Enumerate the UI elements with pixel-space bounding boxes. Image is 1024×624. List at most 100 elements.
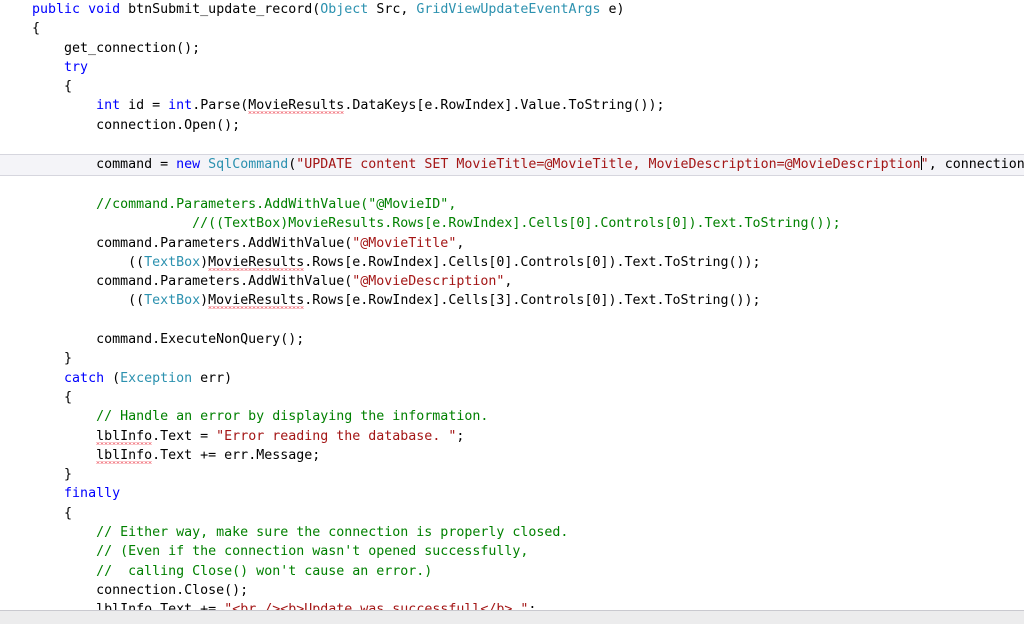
code-line[interactable]: public void btnSubmit_update_record(Obje… bbox=[0, 0, 1024, 19]
code-token-cmt: // calling Close() won't cause an error.… bbox=[96, 563, 433, 579]
code-token-type: Exception bbox=[120, 370, 193, 386]
code-line[interactable]: command.ExecuteNonQuery(); bbox=[0, 330, 1024, 349]
code-token-str: "UPDATE content SET MovieTitle=@MovieTit… bbox=[296, 157, 921, 173]
code-token-kw: void bbox=[88, 2, 121, 17]
code-token-plain: Src, bbox=[368, 2, 417, 17]
code-token-plain: btnSubmit_update_record( bbox=[120, 2, 321, 17]
code-token-plain: .Text += err.Message; bbox=[152, 447, 321, 463]
code-token-type: SqlCommand bbox=[208, 157, 289, 173]
code-token-plain: (( bbox=[0, 293, 145, 309]
code-token-plain: get_connection(); bbox=[0, 40, 201, 56]
code-token-plain: connection.Open(); bbox=[0, 117, 241, 133]
code-token-str: "@MovieTitle" bbox=[352, 235, 457, 251]
code-token-kw: catch bbox=[64, 370, 105, 386]
code-line[interactable]: connection.Open(); bbox=[0, 116, 1024, 135]
code-line[interactable]: lblInfo.Text = "Error reading the databa… bbox=[0, 427, 1024, 446]
code-line[interactable]: } bbox=[0, 465, 1024, 484]
code-token-kw: new bbox=[176, 157, 201, 173]
code-token-type: TextBox bbox=[144, 293, 201, 309]
error-underlined-token: MovieResults bbox=[208, 293, 305, 309]
code-line[interactable]: //((TextBox)MovieResults.Rows[e.RowIndex… bbox=[0, 214, 1024, 233]
error-underlined-token: lblInfo bbox=[96, 447, 153, 463]
code-line[interactable]: ((TextBox)MovieResults.Rows[e.RowIndex].… bbox=[0, 291, 1024, 310]
horizontal-scrollbar[interactable] bbox=[0, 610, 1024, 624]
code-line[interactable]: lblInfo.Text += err.Message; bbox=[0, 446, 1024, 465]
code-line[interactable]: { bbox=[0, 388, 1024, 407]
code-line[interactable]: { bbox=[0, 77, 1024, 96]
code-line[interactable]: } bbox=[0, 349, 1024, 368]
code-line[interactable] bbox=[0, 135, 1024, 154]
code-token-plain: ) bbox=[200, 254, 209, 270]
code-line[interactable]: ((TextBox)MovieResults.Rows[e.RowIndex].… bbox=[0, 253, 1024, 272]
code-token-plain: ; bbox=[528, 602, 537, 610]
code-token-type: TextBox bbox=[144, 254, 201, 270]
code-line[interactable]: // Handle an error by displaying the inf… bbox=[0, 407, 1024, 426]
code-token-plain: ( bbox=[104, 370, 121, 386]
code-token-str: " bbox=[920, 157, 929, 173]
code-line[interactable]: // Either way, make sure the connection … bbox=[0, 523, 1024, 542]
code-line[interactable]: int id = int.Parse(MovieResults.DataKeys… bbox=[0, 96, 1024, 115]
code-token-plain: .DataKeys[e.RowIndex].Value.ToString()); bbox=[344, 98, 665, 114]
code-token-plain: id = bbox=[120, 98, 169, 114]
code-token-plain: { bbox=[0, 21, 41, 37]
code-token-cmt: // (Even if the connection wasn't opened… bbox=[96, 544, 529, 560]
code-token-kw: finally bbox=[64, 486, 121, 502]
code-token-plain: command.Parameters.AddWithValue( bbox=[0, 274, 353, 290]
code-line[interactable]: { bbox=[0, 19, 1024, 38]
code-token-plain: { bbox=[0, 79, 73, 95]
code-line[interactable]: // calling Close() won't cause an error.… bbox=[0, 562, 1024, 581]
error-underlined-token: lblInfo bbox=[96, 428, 153, 444]
code-line[interactable]: command.Parameters.AddWithValue("@MovieT… bbox=[0, 234, 1024, 253]
code-token-kw: public bbox=[32, 2, 81, 17]
code-line[interactable]: try bbox=[0, 58, 1024, 77]
code-token-cmt: //((TextBox)MovieResults.Rows[e.RowIndex… bbox=[192, 216, 841, 232]
code-token-str: "Error reading the database. " bbox=[216, 428, 457, 444]
code-token-plain: e) bbox=[600, 2, 625, 17]
code-token-plain: .Rows[e.RowIndex].Cells[0].Controls[0]).… bbox=[304, 254, 761, 270]
code-line[interactable]: { bbox=[0, 504, 1024, 523]
code-editor[interactable]: public void btnSubmit_update_record(Obje… bbox=[0, 0, 1024, 624]
code-line[interactable] bbox=[0, 311, 1024, 330]
code-token-cmt: // Either way, make sure the connection … bbox=[96, 525, 569, 541]
code-token-kw: int bbox=[96, 98, 121, 114]
code-token-plain: , bbox=[456, 235, 465, 251]
code-token-plain: (( bbox=[0, 254, 145, 270]
code-token-cmt: // Handle an error by displaying the inf… bbox=[96, 409, 489, 425]
code-token-str: "@MovieDescription" bbox=[352, 274, 505, 290]
code-token-plain: .Text = bbox=[152, 428, 217, 444]
code-line[interactable]: get_connection(); bbox=[0, 39, 1024, 58]
code-token-type: Object bbox=[320, 2, 369, 17]
code-line[interactable]: connection.Close(); bbox=[0, 581, 1024, 600]
code-line[interactable]: command.Parameters.AddWithValue("@MovieD… bbox=[0, 272, 1024, 291]
code-line[interactable]: finally bbox=[0, 484, 1024, 503]
code-token-plain: .Parse( bbox=[192, 98, 249, 114]
code-line[interactable]: lblInfo.Text += "<br /><b>Update was suc… bbox=[0, 600, 1024, 610]
code-line[interactable]: catch (Exception err) bbox=[0, 369, 1024, 388]
code-line[interactable]: //command.Parameters.AddWithValue("@Movi… bbox=[0, 195, 1024, 214]
code-text-area[interactable]: public void btnSubmit_update_record(Obje… bbox=[0, 0, 1024, 610]
code-token-plain: command.ExecuteNonQuery(); bbox=[0, 332, 305, 348]
code-line[interactable]: // (Even if the connection wasn't opened… bbox=[0, 542, 1024, 561]
code-token-plain: { bbox=[0, 505, 73, 521]
error-underlined-token: MovieResults bbox=[248, 98, 345, 114]
code-token-kw: try bbox=[64, 59, 89, 75]
code-token-plain: { bbox=[0, 389, 73, 405]
code-token-cmt: //command.Parameters.AddWithValue("@Movi… bbox=[96, 196, 457, 212]
code-token-plain: } bbox=[0, 467, 73, 483]
code-line[interactable] bbox=[0, 176, 1024, 195]
code-token-type: GridViewUpdateEventArgs bbox=[416, 2, 601, 17]
code-line-current[interactable]: command = new SqlCommand("UPDATE content… bbox=[0, 154, 1024, 176]
error-underlined-token: lblInfo bbox=[96, 602, 153, 610]
